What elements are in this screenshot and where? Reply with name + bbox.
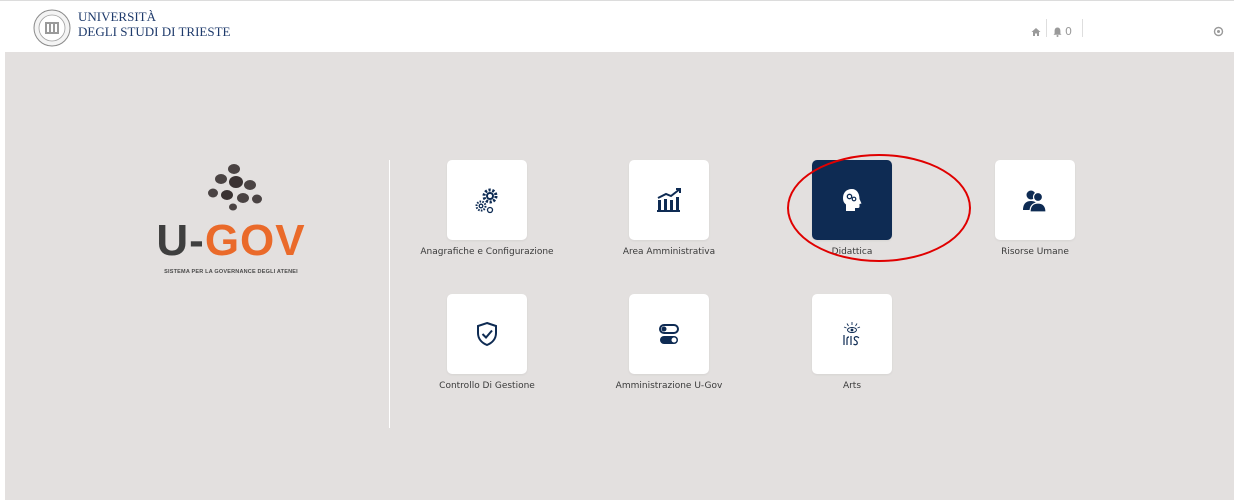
tile-amministrazione-ugov[interactable]: Amministrazione U-Gov [594, 294, 744, 391]
tile-didattica[interactable]: Didattica [777, 160, 927, 257]
tile-didattica-box[interactable] [812, 160, 892, 240]
tile-arts[interactable]: Arts [777, 294, 927, 391]
ugov-wordmark-gov: GOV [204, 216, 306, 265]
tile-controllo-di-gestione[interactable]: Controllo Di Gestione [412, 294, 562, 391]
iris-logo-icon [843, 322, 861, 346]
tile-anagrafiche-configurazione[interactable]: Anagrafiche e Configurazione [412, 160, 562, 257]
tile-label: Arts [842, 381, 862, 391]
bell-icon[interactable] [1053, 27, 1062, 37]
tile-area-amministrativa-box[interactable] [629, 160, 709, 240]
tile-arts-box[interactable] [812, 294, 892, 374]
gears-icon [475, 188, 498, 214]
university-name[interactable]: UNIVERSITÀ DEGLI STUDI DI TRIESTE [78, 9, 231, 39]
main-area: U-GOV SISTEMA PER LA GOVERNANCE DEGLI AT… [5, 52, 1234, 500]
chart-building-icon [657, 188, 681, 212]
header-separator [1046, 19, 1047, 37]
university-name-line2: DEGLI STUDI DI TRIESTE [78, 24, 231, 39]
head-brain-icon [843, 189, 862, 211]
tile-label: Anagrafiche e Configurazione [420, 247, 554, 257]
ugov-tagline: SISTEMA PER LA GOVERNANCE DEGLI ATENEI [164, 269, 298, 275]
home-icon[interactable] [1031, 27, 1041, 37]
tile-controllo-di-gestione-box[interactable] [447, 294, 527, 374]
tile-label: Controllo Di Gestione [439, 381, 535, 391]
tile-label: Amministrazione U-Gov [615, 381, 723, 391]
tile-area-amministrativa[interactable]: Area Amministrativa [594, 160, 744, 257]
tile-label: Area Amministrativa [622, 247, 716, 257]
tile-anagrafiche-configurazione-box[interactable] [447, 160, 527, 240]
tile-label: Risorse Umane [1001, 247, 1069, 257]
university-seal-icon [33, 9, 71, 47]
settings-icon[interactable] [1213, 26, 1224, 37]
ugov-dots-icon [208, 164, 262, 211]
ugov-wordmark-u: U- [156, 216, 205, 265]
users-icon [1023, 190, 1047, 213]
notification-count[interactable]: 0 [1065, 25, 1072, 38]
header-separator [1082, 19, 1083, 37]
ugov-wordmark: U-GOV [141, 218, 321, 264]
tile-risorse-umane[interactable]: Risorse Umane [960, 160, 1110, 257]
tile-amministrazione-ugov-box[interactable] [629, 294, 709, 374]
tile-risorse-umane-box[interactable] [995, 160, 1075, 240]
ugov-logo: U-GOV SISTEMA PER LA GOVERNANCE DEGLI AT… [141, 162, 321, 282]
tile-label: Didattica [831, 247, 873, 257]
top-header: UNIVERSITÀ DEGLI STUDI DI TRIESTE 0 [0, 0, 1234, 53]
toggles-icon [659, 324, 679, 344]
shield-check-icon [477, 321, 497, 347]
vertical-divider [389, 160, 390, 428]
university-name-line1: UNIVERSITÀ [78, 9, 156, 24]
